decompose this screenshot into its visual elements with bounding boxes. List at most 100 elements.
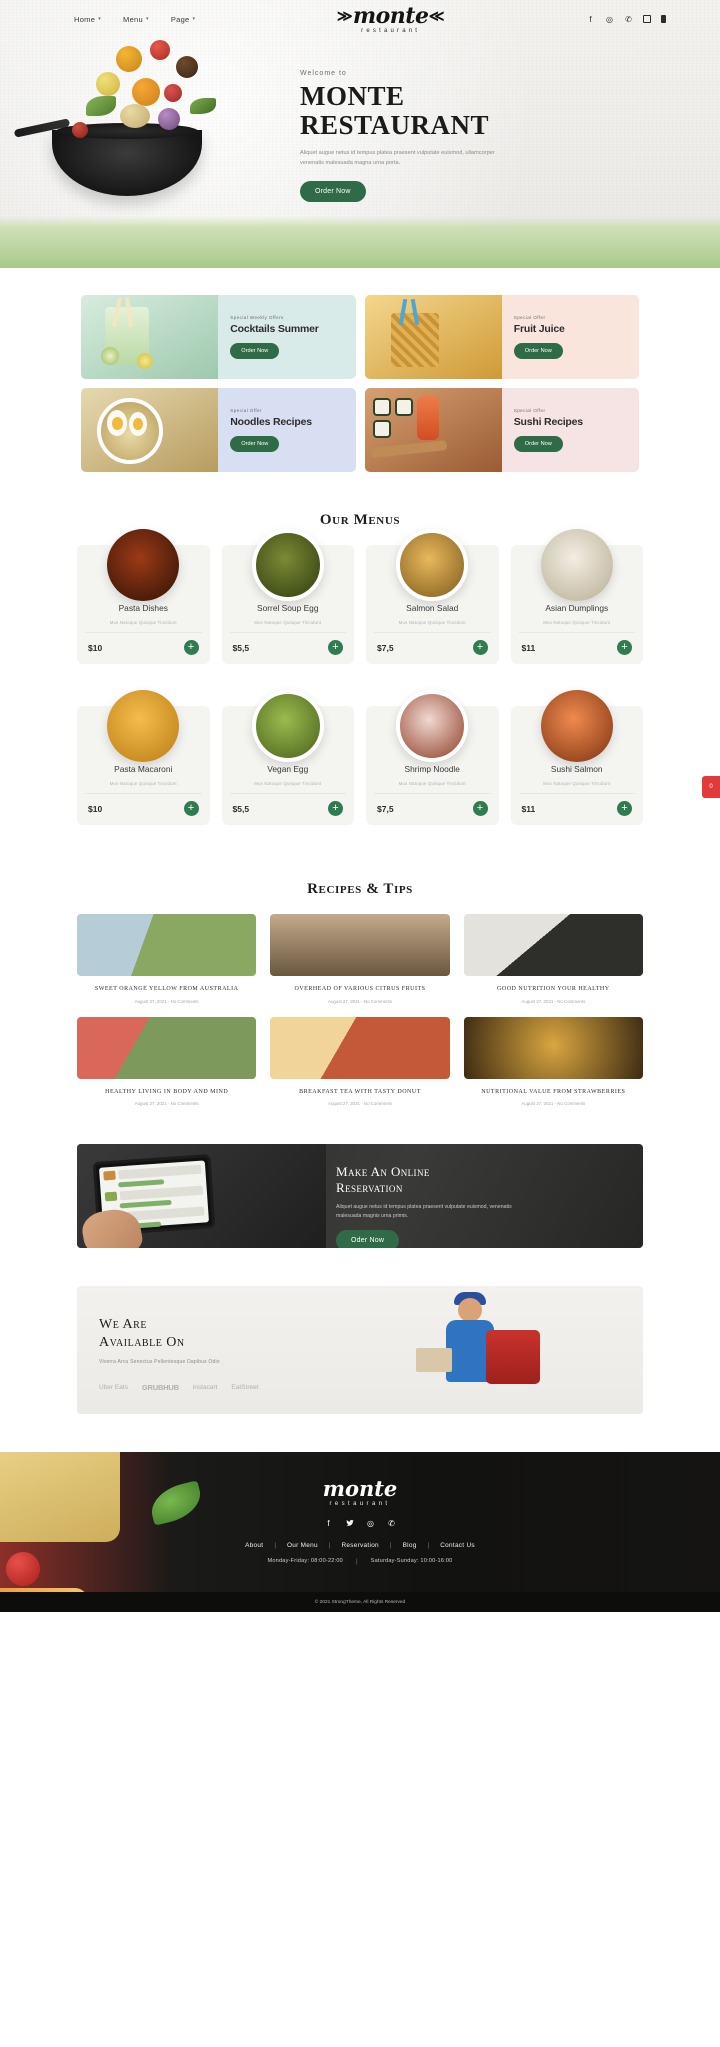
lettuce-leaf <box>86 96 116 116</box>
hero-food-illustration <box>0 38 300 268</box>
instagram-icon[interactable]: ◎ <box>605 15 614 24</box>
offer-order-now-button[interactable]: Order Now <box>513 343 563 359</box>
footer-link-reservation[interactable]: Reservation <box>331 1542 390 1549</box>
menu-card[interactable]: Pasta Dishes Mus Natoque Quisque Tincidu… <box>77 529 210 664</box>
menu-card[interactable]: Sushi Salmon Mus Natoque Quisque Tincidu… <box>510 690 643 825</box>
menu-card[interactable]: Shrimp Noodle Mus Natoque Quisque Tincid… <box>366 690 499 825</box>
reservation-title: Make An Online Reservation <box>336 1164 621 1196</box>
blog-meta: August 27, 2021 - No Comments <box>328 1101 392 1107</box>
offer-title: Noodles Recipes <box>230 416 312 428</box>
nav-item-menu[interactable]: Menu ▾ <box>123 15 149 24</box>
offer-order-now-button[interactable]: Order Now <box>513 436 563 452</box>
menu-card[interactable]: Asian Dumplings Mus Natoque Quisque Tinc… <box>510 529 643 664</box>
footer-link-about[interactable]: About <box>234 1542 274 1549</box>
onion-vegetable <box>158 108 180 130</box>
twitter-icon[interactable] <box>345 1518 355 1528</box>
footer-content: monte restaurant f ◎ ✆ About | Our Menu … <box>0 1452 720 1565</box>
menu-item-description: Mus Natoque Quisque Tincidunt <box>374 620 491 633</box>
blog-card[interactable]: NUTRITIONAL VALUE FROM STRAWBERRIES Augu… <box>463 1016 643 1106</box>
blog-photo <box>77 1016 257 1079</box>
offer-title: Sushi Recipes <box>513 416 583 428</box>
add-to-cart-button[interactable]: + <box>328 801 343 816</box>
menu-item-photo <box>251 529 324 601</box>
menu-grid-row-1: Pasta Dishes Mus Natoque Quisque Tincidu… <box>77 529 643 664</box>
blog-meta: August 27, 2021 - No Comments <box>328 998 392 1004</box>
site-logo[interactable]: ≫ monte restaurant ≪ <box>195 5 586 34</box>
hero-title-line-2: RESTAURANT <box>300 110 490 141</box>
online-reservation-section: Make An Online Reservation Aliquet augue… <box>77 1144 643 1249</box>
ubereats-logo[interactable]: Uber Eats <box>99 1384 128 1391</box>
whatsapp-icon[interactable]: ✆ <box>624 15 633 24</box>
hero-content: Welcome to MONTE RESTAURANT Aliquet augu… <box>0 38 720 268</box>
blog-title: NUTRITIONAL VALUE FROM STRAWBERRIES <box>481 1088 626 1095</box>
cherry-tomato <box>72 122 88 138</box>
blog-grid: SWEET ORANGE YELLOW FROM AUSTRALIA Augus… <box>77 914 643 1106</box>
instagram-icon[interactable]: ◎ <box>366 1518 376 1528</box>
offer-card-sushi[interactable]: Special Offer Sushi Recipes Order Now <box>364 388 639 472</box>
hero-order-now-button[interactable]: Order Now <box>300 180 366 202</box>
blog-title: OVERHEAD OF VARIOUS CITRUS FRUITS <box>294 986 426 992</box>
menu-card[interactable]: Vegan Egg Mus Natoque Quisque Tincidunt … <box>221 690 354 825</box>
nav-item-home[interactable]: Home ▾ <box>74 15 101 24</box>
add-to-cart-button[interactable]: + <box>328 640 343 655</box>
whatsapp-icon[interactable]: ✆ <box>387 1518 397 1528</box>
offer-card-noodles[interactable]: Special Offer Noodles Recipes Order Now <box>81 388 356 472</box>
blog-meta: August 27, 2021 - No Comments <box>134 1101 199 1107</box>
menu-item-price: $10 <box>88 803 103 814</box>
offer-order-now-button[interactable]: Order Now <box>230 436 280 452</box>
menu-item-photo <box>540 529 613 601</box>
instacart-logo[interactable]: instacart <box>193 1384 218 1391</box>
blog-card[interactable]: BREAKFAST TEA WITH TASTY DONUT August 27… <box>270 1016 450 1107</box>
footer-link-contact-us[interactable]: Contact Us <box>429 1542 486 1549</box>
offer-order-now-button[interactable]: Order Now <box>230 343 280 359</box>
menu-item-photo <box>396 690 469 762</box>
add-to-cart-button[interactable]: + <box>472 640 488 655</box>
offer-image-noodles <box>81 388 219 472</box>
blog-card[interactable]: SWEET ORANGE YELLOW FROM AUSTRALIA Augus… <box>77 914 257 1004</box>
offer-title: Fruit Juice <box>513 323 565 335</box>
facebook-icon[interactable]: f <box>324 1518 334 1528</box>
menu-item-name: Salmon Salad <box>406 603 459 613</box>
blog-card[interactable]: HEALTHY LIVING IN BODY AND MIND August 2… <box>77 1016 257 1107</box>
hero-title-line-1: MONTE <box>300 81 405 111</box>
add-to-cart-button[interactable]: + <box>183 801 199 816</box>
available-title: We Are Available On <box>99 1316 394 1351</box>
telegram-icon[interactable] <box>643 15 651 23</box>
menu-card-footer: $7,5 + <box>374 794 491 816</box>
menu-item-photo <box>251 690 324 762</box>
blog-card[interactable]: GOOD NUTRITION YOUR HEALTHY August 27, 2… <box>463 914 643 1004</box>
add-to-cart-button[interactable]: + <box>617 640 632 655</box>
footer-link-blog[interactable]: Blog <box>392 1542 428 1549</box>
footer-social-links: f ◎ ✆ <box>0 1518 720 1528</box>
blog-card[interactable]: OVERHEAD OF VARIOUS CITRUS FRUITS August… <box>270 914 450 1004</box>
footer-link-our-menu[interactable]: Our Menu <box>276 1542 329 1549</box>
blog-photo <box>270 914 450 976</box>
add-to-cart-button[interactable]: + <box>472 801 488 816</box>
pumpkin-vegetable <box>132 78 160 106</box>
menu-card[interactable]: Sorrel Soup Egg Mus Natoque Quisque Tinc… <box>221 529 354 664</box>
reservation-text-block: Make An Online Reservation Aliquet augue… <box>326 1144 643 1249</box>
menu-item-name: Pasta Macaroni <box>114 764 173 774</box>
grubhub-logo[interactable]: GRUBHUB <box>142 1383 179 1392</box>
menu-card[interactable]: Salmon Salad Mus Natoque Quisque Tincidu… <box>366 529 499 664</box>
reservation-order-now-button[interactable]: Oder Now <box>336 1229 400 1249</box>
hero-title: MONTE RESTAURANT <box>300 81 684 141</box>
copyright-bar: © 2021 StrongTheme, All Rights Reserved <box>0 1592 720 1613</box>
blog-photo <box>463 1016 643 1079</box>
menu-item-description: Mus Natoque Quisque Tincidunt <box>518 781 635 794</box>
chevron-down-icon: ▾ <box>146 16 149 22</box>
floating-cart-tab[interactable]: 0 <box>702 776 720 798</box>
add-to-cart-button[interactable]: + <box>617 801 632 816</box>
blog-photo <box>463 914 643 976</box>
cart-icon[interactable] <box>661 15 666 23</box>
blog-title: HEALTHY LIVING IN BODY AND MIND <box>105 1088 229 1095</box>
menu-card-footer: $5,5 + <box>230 633 347 655</box>
menu-card[interactable]: Pasta Macaroni Mus Natoque Quisque Tinci… <box>77 690 210 825</box>
eatstreet-logo[interactable]: EatStreet <box>231 1384 258 1391</box>
add-to-cart-button[interactable]: + <box>183 640 199 655</box>
facebook-icon[interactable]: f <box>586 15 595 24</box>
nav-item-page[interactable]: Page ▾ <box>171 15 196 24</box>
offer-card-cocktails[interactable]: Special Weekly Offers Cocktails Summer O… <box>81 295 356 379</box>
eggplant-vegetable <box>176 56 198 78</box>
offer-card-fruit-juice[interactable]: Special Offer Fruit Juice Order Now <box>364 295 639 379</box>
